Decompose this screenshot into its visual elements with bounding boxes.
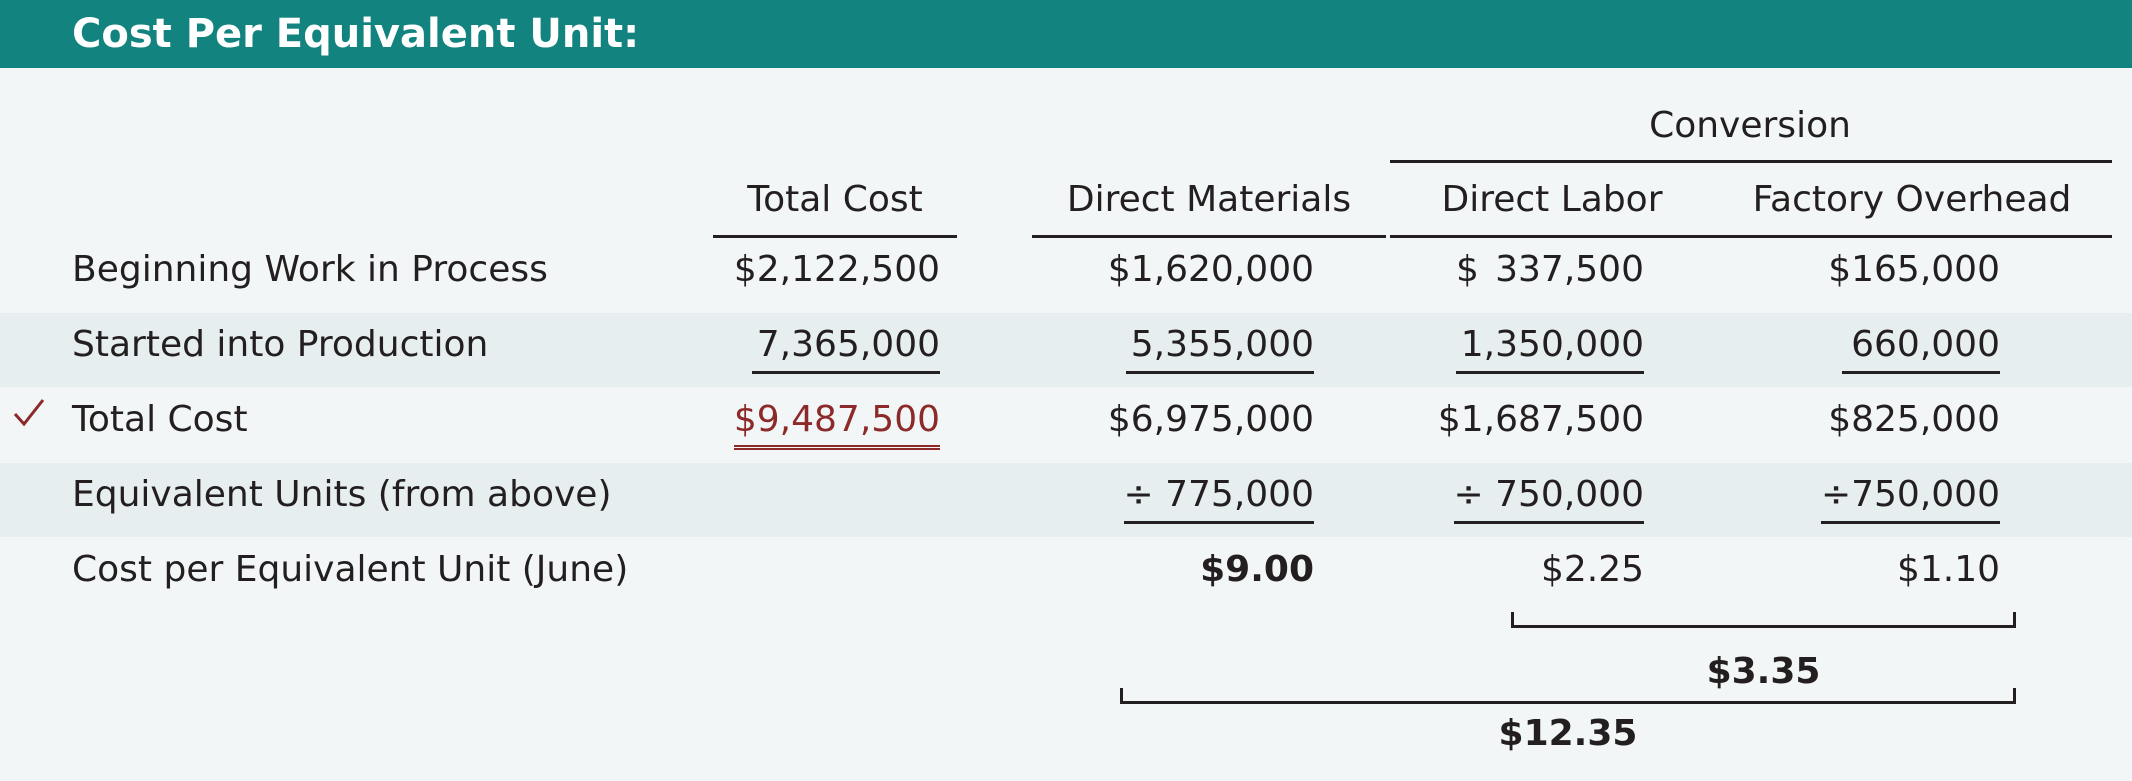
- cost-per-unit-dm: $9.00: [1200, 549, 1314, 590]
- started-foh: 660,000: [1842, 323, 2000, 374]
- header-conversion: Conversion: [1649, 105, 1851, 146]
- direct-materials-header-rule: [1032, 235, 1386, 238]
- conversion-bracket-right: [2013, 612, 2016, 628]
- conversion-columns-header-rule: [1390, 235, 2112, 238]
- total-cost-dl: $1,687,500: [1437, 399, 1644, 440]
- equivalent-units-dl: ÷ 750,000: [1453, 473, 1644, 524]
- header-direct-labor: Direct Labor: [1441, 179, 1663, 220]
- total-cost-dm: $6,975,000: [1107, 399, 1314, 440]
- total-cost-total: $9,487,500: [733, 398, 940, 450]
- conversion-header-rule: [1390, 160, 2112, 163]
- started-dl: 1,350,000: [1456, 323, 1644, 374]
- started-total: 7,365,000: [752, 323, 940, 374]
- row-label-started: Started into Production: [72, 324, 489, 365]
- beginning-wip-dm: $1,620,000: [1107, 249, 1314, 290]
- total-cost-foh: $825,000: [1828, 399, 2000, 440]
- row-label-beginning-wip: Beginning Work in Process: [72, 249, 548, 290]
- beginning-wip-dl: 337,500: [1495, 249, 1644, 290]
- total-bracket: [1120, 701, 2016, 704]
- started-dm: 5,355,000: [1126, 323, 1314, 374]
- header-factory-overhead: Factory Overhead: [1752, 179, 2072, 220]
- beginning-wip-dl-dollar: $: [1456, 249, 1479, 290]
- total-cost-header-rule: [713, 235, 957, 238]
- total-cost-per-unit: $12.35: [1498, 713, 1638, 754]
- checkmark-icon: [13, 399, 45, 427]
- cost-per-unit-foh: $1.10: [1896, 549, 2000, 590]
- conversion-cost-total: $3.35: [1706, 651, 1821, 692]
- conversion-bracket: [1511, 625, 2016, 628]
- total-bracket-right: [2013, 688, 2016, 704]
- equivalent-units-dm: ÷ 775,000: [1123, 473, 1314, 524]
- header-direct-materials: Direct Materials: [1066, 179, 1352, 220]
- row-label-equivalent-units: Equivalent Units (from above): [72, 474, 612, 515]
- row-label-cost-per-unit: Cost per Equivalent Unit (June): [72, 549, 629, 590]
- page-title: Cost Per Equivalent Unit:: [72, 11, 640, 57]
- beginning-wip-foh: $165,000: [1828, 249, 2000, 290]
- title-banner: Cost Per Equivalent Unit:: [0, 0, 2132, 68]
- header-total-cost: Total Cost: [747, 179, 923, 220]
- row-label-total-cost: Total Cost: [72, 399, 248, 440]
- beginning-wip-total: $2,122,500: [733, 249, 940, 290]
- equivalent-units-foh: ÷750,000: [1820, 473, 2000, 524]
- cost-per-unit-dl: $2.25: [1540, 549, 1644, 590]
